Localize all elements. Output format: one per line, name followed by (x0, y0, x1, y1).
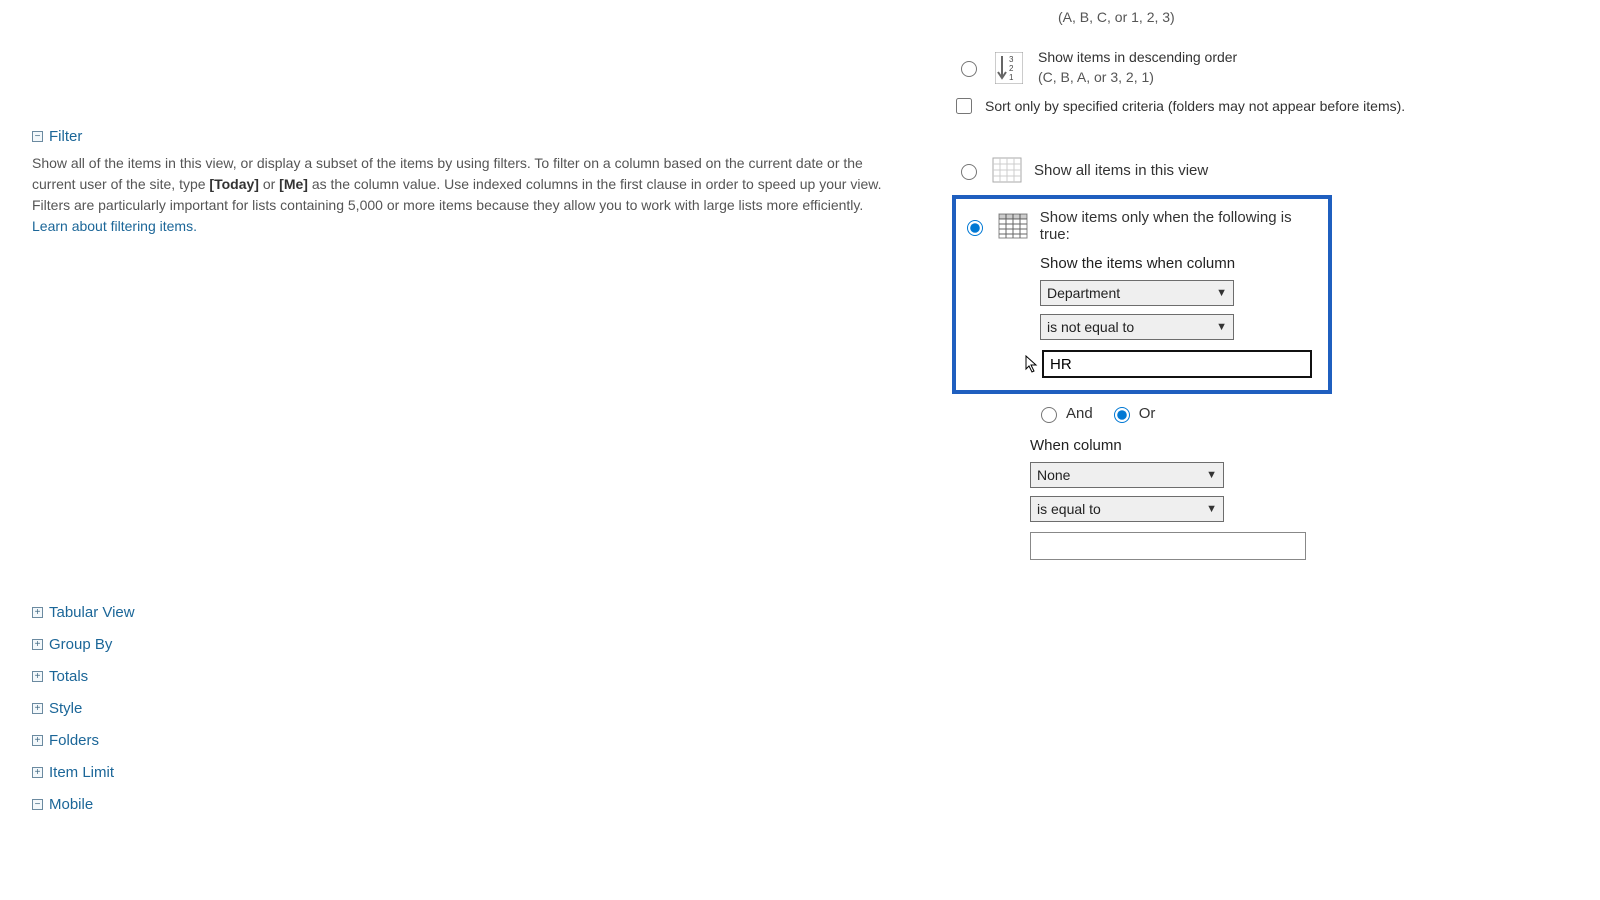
learn-filtering-link[interactable]: Learn about filtering items. (32, 218, 197, 234)
section-tabular-view[interactable]: + Tabular View (32, 604, 135, 621)
filter-show-all-label: Show all items in this view (1034, 162, 1208, 179)
filter-operator-1-select[interactable]: is not equal to ▼ (1040, 314, 1234, 340)
filter-highlight-box: Show items only when the following is tr… (952, 195, 1332, 394)
collapse-icon: − (32, 799, 43, 810)
filter-andor-row: And Or (1036, 404, 1592, 423)
show-only-icon (998, 211, 1028, 241)
filter-column-1-select[interactable]: Department ▼ (1040, 280, 1234, 306)
expand-icon: + (32, 735, 43, 746)
section-totals[interactable]: + Totals (32, 668, 135, 685)
expand-icon: + (32, 607, 43, 618)
filter-show-all-radio[interactable] (961, 164, 977, 180)
collapse-icon: − (32, 131, 43, 142)
section-group-by[interactable]: + Group By (32, 636, 135, 653)
sort-only-label: Sort only by specified criteria (folders… (985, 98, 1405, 114)
expand-icon: + (32, 703, 43, 714)
filter-section-title: Filter (49, 128, 82, 145)
filter-column-2-select[interactable]: None ▼ (1030, 462, 1224, 488)
section-style[interactable]: + Style (32, 700, 135, 717)
sort-only-row: Sort only by specified criteria (folders… (952, 95, 1592, 117)
sort-desc-radio[interactable] (961, 61, 977, 77)
show-all-icon (992, 155, 1022, 185)
svg-text:2: 2 (1009, 64, 1014, 73)
filter-value-2-input[interactable] (1030, 532, 1306, 560)
sort-only-checkbox[interactable] (956, 98, 972, 114)
chevron-down-icon: ▼ (1216, 287, 1227, 299)
filter-show-all-row: Show all items in this view (956, 155, 1592, 185)
sort-desc-label: Show items in descending order (1038, 48, 1237, 68)
filter-section-header[interactable]: − Filter (32, 128, 932, 145)
section-mobile[interactable]: − Mobile (32, 796, 135, 813)
filter-operator-2-select[interactable]: is equal to ▼ (1030, 496, 1224, 522)
svg-text:3: 3 (1009, 55, 1014, 64)
expand-icon: + (32, 671, 43, 682)
filter-and-radio[interactable] (1041, 407, 1057, 423)
filter-when-label-1: Show the items when column (1040, 255, 1322, 272)
sort-asc-hint: (A, B, C, or 1, 2, 3) (1058, 9, 1175, 25)
svg-text:1: 1 (1009, 73, 1014, 82)
cursor-icon (1024, 355, 1038, 373)
chevron-down-icon: ▼ (1216, 321, 1227, 333)
chevron-down-icon: ▼ (1206, 503, 1217, 515)
chevron-down-icon: ▼ (1206, 469, 1217, 481)
filter-and-label: And (1066, 405, 1093, 422)
sort-desc-row: 3 2 1 Show items in descending order (C,… (956, 48, 1592, 87)
expand-icon: + (32, 767, 43, 778)
sort-asc-row: (A, B, C, or 1, 2, 3) (956, 0, 1592, 36)
filter-when-label-2: When column (1030, 437, 1592, 454)
filter-value-1-input[interactable] (1042, 350, 1312, 378)
sort-desc-hint: (C, B, A, or 3, 2, 1) (1038, 68, 1237, 88)
filter-show-only-label: Show items only when the following is tr… (1040, 209, 1322, 243)
section-folders[interactable]: + Folders (32, 732, 135, 749)
filter-section-desc: Show all of the items in this view, or d… (32, 153, 897, 237)
section-item-limit[interactable]: + Item Limit (32, 764, 135, 781)
sort-desc-icon: 3 2 1 (992, 50, 1026, 86)
filter-or-label: Or (1139, 405, 1156, 422)
expand-icon: + (32, 639, 43, 650)
filter-or-radio[interactable] (1114, 407, 1130, 423)
filter-show-only-radio[interactable] (967, 220, 983, 236)
